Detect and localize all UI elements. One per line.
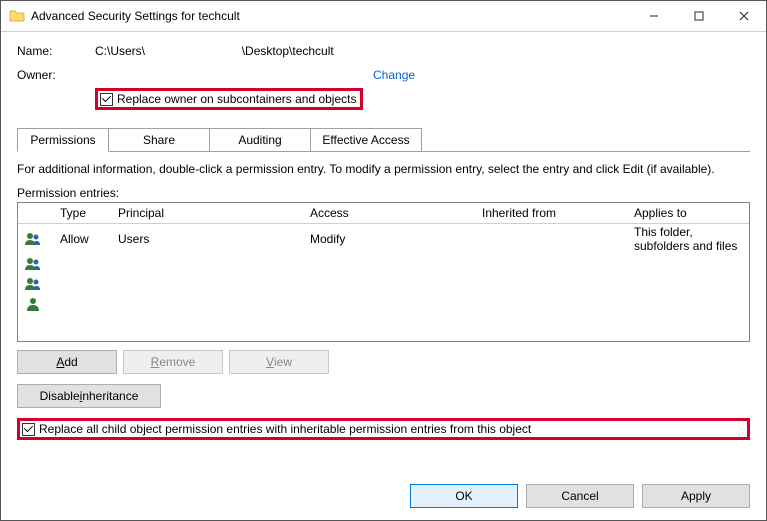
cell-inherited [476, 254, 628, 274]
entry-buttons: Add Remove View [17, 350, 750, 374]
group-icon [18, 274, 54, 294]
cell-principal [112, 294, 304, 314]
cell-access: Modify [304, 224, 476, 255]
tabs: Permissions Share Auditing Effective Acc… [17, 128, 750, 152]
table-row[interactable]: AllowUsersModify This folder, subfolders … [18, 224, 749, 255]
titlebar: Advanced Security Settings for techcult [1, 1, 766, 32]
ok-button[interactable]: OK [410, 484, 518, 508]
apply-button[interactable]: Apply [642, 484, 750, 508]
owner-label: Owner: [17, 68, 95, 82]
cell-applies [628, 254, 749, 274]
cell-principal [112, 254, 304, 274]
replace-owner-checkbox[interactable] [100, 93, 113, 106]
replace-all-label: Replace all child object permission entr… [39, 422, 531, 436]
cell-access [304, 274, 476, 294]
replace-owner-label: Replace owner on subcontainers and objec… [117, 92, 356, 106]
cell-principal [112, 274, 304, 294]
folder-icon [9, 8, 25, 24]
entries-label: Permission entries: [17, 186, 750, 200]
name-value: C:\Users\ \Desktop\techcult [95, 44, 334, 58]
cell-access [304, 294, 476, 314]
col-access[interactable]: Access [304, 203, 476, 224]
group-icon [18, 224, 54, 255]
person-icon [18, 294, 54, 314]
disable-inheritance-button[interactable]: Disable inheritance [17, 384, 161, 408]
cell-type [54, 254, 112, 274]
cell-applies [628, 294, 749, 314]
tab-auditing[interactable]: Auditing [210, 128, 311, 152]
owner-row: Owner: Change [17, 68, 750, 82]
cell-type [54, 294, 112, 314]
name-label: Name: [17, 44, 95, 58]
dialog-footer: OK Cancel Apply [1, 476, 766, 520]
tab-permissions[interactable]: Permissions [17, 128, 109, 152]
window-buttons [631, 1, 766, 31]
content-area: Name: C:\Users\ \Desktop\techcult Owner:… [1, 32, 766, 476]
change-owner-link[interactable]: Change [373, 68, 415, 82]
cell-applies [628, 274, 749, 294]
security-settings-window: Advanced Security Settings for techcult … [0, 0, 767, 521]
name-row: Name: C:\Users\ \Desktop\techcult [17, 44, 750, 58]
replace-all-highlight: Replace all child object permission entr… [17, 418, 750, 440]
window-title: Advanced Security Settings for techcult [31, 9, 631, 23]
table-row[interactable] [18, 274, 749, 294]
tab-share[interactable]: Share [109, 128, 210, 152]
minimize-button[interactable] [631, 1, 676, 31]
maximize-button[interactable] [676, 1, 721, 31]
replace-all-checkbox[interactable] [22, 423, 35, 436]
cell-principal: Users [112, 224, 304, 255]
col-inherited[interactable]: Inherited from [476, 203, 628, 224]
close-button[interactable] [721, 1, 766, 31]
table-row[interactable] [18, 294, 749, 314]
table-row[interactable] [18, 254, 749, 274]
cell-applies: This folder, subfolders and files [628, 224, 749, 255]
cell-inherited [476, 294, 628, 314]
col-applies[interactable]: Applies to [628, 203, 749, 224]
table-header: Type Principal Access Inherited from App… [18, 203, 749, 224]
group-icon [18, 254, 54, 274]
cell-type: Allow [54, 224, 112, 255]
view-button: View [229, 350, 329, 374]
cell-access [304, 254, 476, 274]
cell-type [54, 274, 112, 294]
replace-owner-row: Replace owner on subcontainers and objec… [17, 88, 750, 110]
remove-button: Remove [123, 350, 223, 374]
add-button[interactable]: Add [17, 350, 117, 374]
permission-entries-table: Type Principal Access Inherited from App… [17, 202, 750, 342]
cell-inherited [476, 224, 628, 255]
replace-owner-highlight: Replace owner on subcontainers and objec… [95, 88, 363, 110]
col-principal[interactable]: Principal [112, 203, 304, 224]
info-text: For additional information, double-click… [17, 162, 750, 176]
tab-effective-access[interactable]: Effective Access [311, 128, 422, 152]
col-type[interactable]: Type [54, 203, 112, 224]
cancel-button[interactable]: Cancel [526, 484, 634, 508]
cell-inherited [476, 274, 628, 294]
